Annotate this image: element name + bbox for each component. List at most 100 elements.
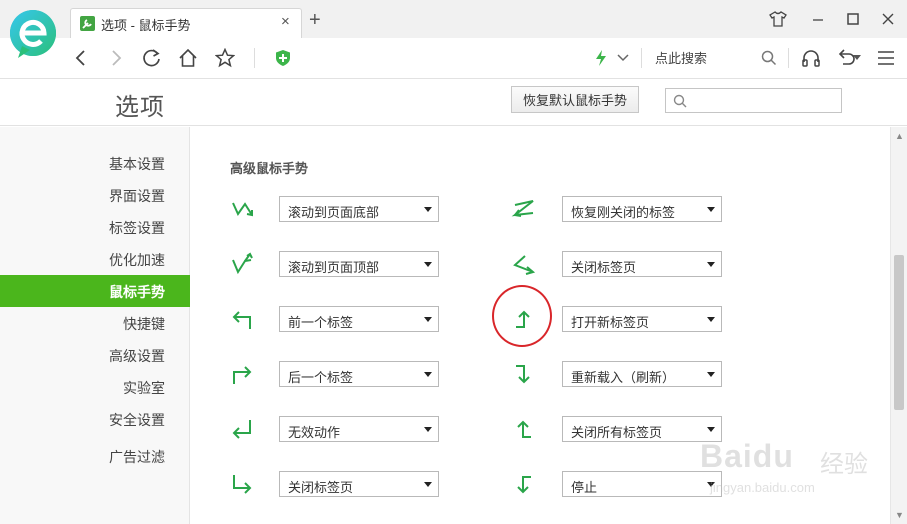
dropdown-arrow-icon	[707, 372, 715, 377]
lightning-icon[interactable]	[589, 46, 613, 70]
forward-icon[interactable]	[104, 46, 128, 70]
select-value: 滚动到页面底部	[288, 205, 380, 220]
sidebar-item-ad-filter[interactable]: 广告过滤	[0, 440, 190, 472]
dropdown-arrow-icon	[424, 482, 432, 487]
down-right-icon	[233, 475, 252, 494]
headphones-icon[interactable]	[799, 46, 823, 70]
sidebar-item-tabs[interactable]: 标签设置	[0, 211, 190, 243]
sidebar-item-advanced[interactable]: 高级设置	[0, 339, 190, 371]
gesture-action-select[interactable]: 前一个标签	[279, 306, 439, 332]
up-down-up-zigzag-icon	[232, 252, 253, 275]
dropdown-arrow-icon	[707, 427, 715, 432]
right-down-icon	[516, 365, 530, 384]
up-left-icon	[232, 311, 251, 329]
sidebar-item-label: 广告过滤	[109, 449, 165, 465]
address-search-hint[interactable]: 点此搜索	[655, 48, 707, 67]
down-with-left-hook-icon	[517, 476, 531, 494]
gesture-action-select[interactable]: 关闭标签页	[279, 471, 439, 497]
sidebar-item-basic[interactable]: 基本设置	[0, 147, 190, 179]
watermark-cn: 经验	[820, 451, 868, 478]
chevron-down-icon[interactable]	[611, 46, 635, 70]
undo-dropdown-icon[interactable]	[852, 46, 862, 70]
gesture-action-select[interactable]: 滚动到页面底部	[279, 196, 439, 222]
select-value: 后一个标签	[288, 370, 354, 385]
close-window-icon[interactable]	[878, 9, 898, 29]
sidebar-item-label: 鼠标手势	[109, 284, 165, 300]
maximize-icon[interactable]	[843, 9, 863, 29]
page-title: 选项	[115, 94, 165, 121]
select-value: 重新载入（刷新）	[571, 370, 676, 385]
search-icon[interactable]	[757, 46, 781, 70]
dropdown-arrow-icon	[707, 317, 715, 322]
select-value: 滚动到页面顶部	[288, 260, 380, 275]
select-value: 打开新标签页	[571, 315, 650, 330]
select-value: 停止	[571, 480, 598, 495]
new-tab-button[interactable]: +	[309, 9, 321, 32]
scroll-thumb[interactable]	[894, 255, 904, 410]
gesture-action-select[interactable]: 停止	[562, 471, 722, 497]
dropdown-arrow-icon	[707, 207, 715, 212]
select-value: 关闭标签页	[571, 260, 637, 275]
down-up-down-zigzag-icon	[232, 202, 253, 217]
sidebar-item-label: 安全设置	[109, 412, 165, 428]
watermark-url: jingyan.baidu.com	[710, 480, 815, 495]
sidebar-item-label: 基本设置	[109, 156, 165, 172]
back-icon[interactable]	[69, 46, 93, 70]
scroll-up-arrow-icon[interactable]: ▲	[895, 131, 904, 141]
gesture-action-select[interactable]: 关闭所有标签页	[562, 416, 722, 442]
menu-hamburger-icon[interactable]	[874, 46, 898, 70]
gesture-action-select[interactable]: 关闭标签页	[562, 251, 722, 277]
shield-plus-icon[interactable]	[271, 46, 295, 70]
sidebar-item-mouse-gestures[interactable]: 鼠标手势	[0, 275, 190, 307]
down-left-icon	[232, 420, 251, 439]
dropdown-arrow-icon	[707, 262, 715, 267]
sidebar-item-label: 标签设置	[109, 220, 165, 236]
settings-sidebar: 基本设置 界面设置 标签设置 优化加速 鼠标手势 快捷键 高级设置 实验室 安全…	[0, 127, 190, 524]
toolbar-divider	[641, 48, 642, 68]
select-value: 无效动作	[288, 425, 341, 440]
toolbar-divider	[254, 48, 255, 68]
sidebar-item-label: 界面设置	[109, 188, 165, 204]
gesture-action-select[interactable]: 滚动到页面顶部	[279, 251, 439, 277]
tab-close-icon[interactable]: ×	[281, 13, 290, 30]
sidebar-item-lab[interactable]: 实验室	[0, 371, 190, 403]
dropdown-arrow-icon	[424, 317, 432, 322]
options-search-input[interactable]	[665, 88, 842, 113]
sidebar-item-interface[interactable]: 界面设置	[0, 179, 190, 211]
sidebar-item-optimize[interactable]: 优化加速	[0, 243, 190, 275]
refresh-icon[interactable]	[140, 46, 164, 70]
sidebar-item-label: 优化加速	[109, 252, 165, 268]
right-up-icon	[516, 310, 530, 328]
browser-tab[interactable]: 选项 - 鼠标手势 ×	[70, 8, 302, 38]
sidebar-item-security[interactable]: 安全设置	[0, 403, 190, 435]
browser-logo-icon[interactable]	[8, 6, 62, 66]
left-right-left-icon	[513, 255, 536, 275]
sidebar-item-label: 高级设置	[109, 348, 165, 364]
dropdown-arrow-icon	[424, 372, 432, 377]
gesture-action-select[interactable]: 打开新标签页	[562, 306, 722, 332]
gesture-action-select[interactable]: 恢复刚关闭的标签	[562, 196, 722, 222]
gesture-action-select[interactable]: 无效动作	[279, 416, 439, 442]
select-value: 关闭标签页	[288, 480, 354, 495]
select-value: 恢复刚关闭的标签	[571, 205, 676, 220]
browser-toolbar: 点此搜索	[0, 38, 907, 79]
home-icon[interactable]	[176, 46, 200, 70]
up-right-icon	[233, 366, 252, 384]
scroll-down-arrow-icon[interactable]: ▼	[895, 510, 904, 520]
skin-shirt-icon[interactable]	[768, 9, 788, 29]
browser-title-bar: 选项 - 鼠标手势 × +	[0, 0, 907, 38]
sidebar-item-shortcuts[interactable]: 快捷键	[0, 307, 190, 339]
dropdown-arrow-icon	[424, 262, 432, 267]
sidebar-item-label: 快捷键	[123, 316, 165, 332]
vertical-scrollbar[interactable]: ▲ ▼	[890, 127, 907, 524]
dropdown-arrow-icon	[424, 427, 432, 432]
tab-title: 选项 - 鼠标手势	[101, 18, 191, 33]
gesture-action-select[interactable]: 后一个标签	[279, 361, 439, 387]
restore-default-gestures-button[interactable]: 恢复默认鼠标手势	[511, 86, 639, 113]
toolbar-divider	[788, 48, 789, 68]
watermark-brand: Baidu	[700, 438, 794, 474]
minimize-icon[interactable]	[808, 9, 828, 29]
favorite-star-icon[interactable]	[213, 46, 237, 70]
gesture-action-select[interactable]: 重新载入（刷新）	[562, 361, 722, 387]
dropdown-arrow-icon	[424, 207, 432, 212]
